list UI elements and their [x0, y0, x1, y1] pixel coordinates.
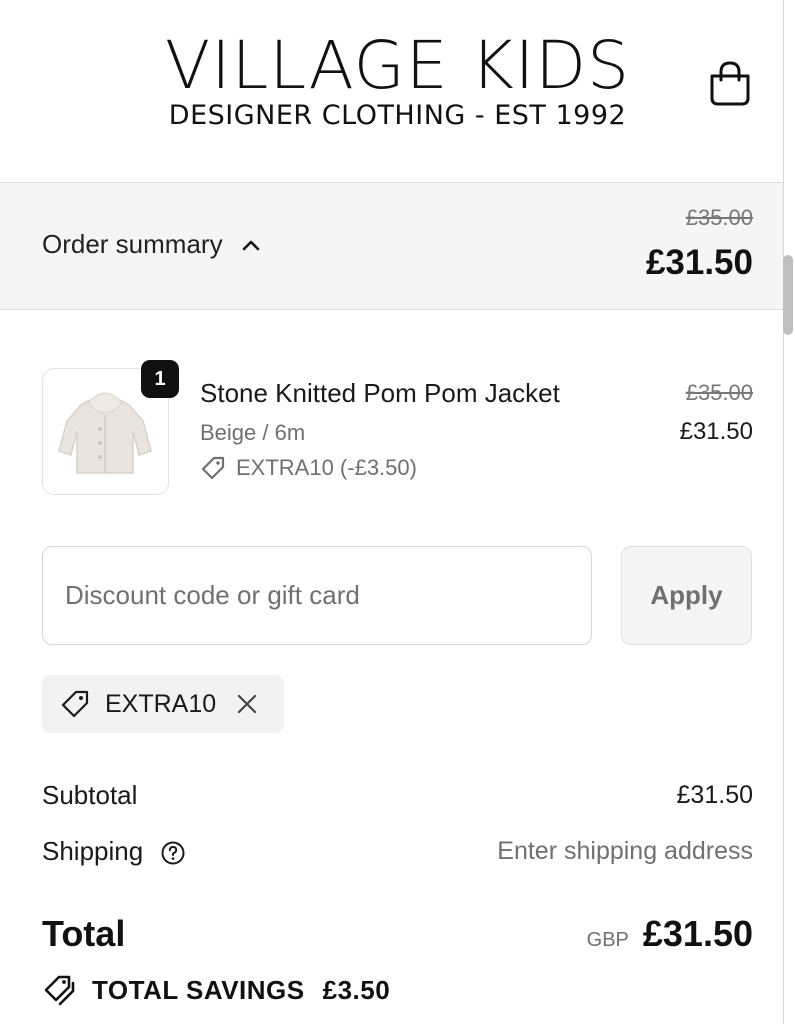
- discount-code-input[interactable]: [42, 546, 592, 645]
- subtotal-label: Subtotal: [42, 780, 138, 810]
- help-icon[interactable]: [160, 840, 186, 866]
- savings-tags-icon: [44, 975, 75, 1006]
- store-header: VILLAGE KIDS DESIGNER CLOTHING - EST 199…: [0, 0, 783, 182]
- order-summary-label: Order summary: [42, 229, 223, 259]
- savings-value: £3.50: [322, 974, 391, 1005]
- shipping-row: Shipping: [42, 836, 186, 867]
- shipping-value: Enter shipping address: [497, 837, 753, 865]
- product-name: Stone Knitted Pom Pom Jacket: [200, 378, 560, 408]
- total-label: Total: [42, 913, 126, 954]
- product-discount: EXTRA10 (-£3.50): [200, 455, 417, 481]
- summary-original-total: £35.00: [685, 205, 753, 230]
- scrollbar-track[interactable]: [783, 0, 784, 1024]
- applied-code-chip: EXTRA10: [42, 675, 284, 733]
- quantity-badge: 1: [141, 360, 179, 398]
- product-original-price: £35.00: [685, 380, 753, 405]
- shipping-label: Shipping: [42, 836, 144, 866]
- total-value: £31.50: [642, 913, 753, 954]
- order-summary-toggle[interactable]: Order summary: [42, 229, 261, 260]
- total-amount-group: GBP £31.50: [587, 913, 753, 955]
- tag-icon: [201, 456, 225, 480]
- summary-total: £31.50: [645, 243, 753, 282]
- brand-logo[interactable]: VILLAGE KIDS: [0, 30, 795, 102]
- remove-code-icon[interactable]: [236, 693, 258, 715]
- savings-label: TOTAL SAVINGS: [92, 974, 305, 1005]
- order-summary-bar[interactable]: Order summary £35.00 £31.50: [0, 182, 783, 310]
- total-savings: TOTAL SAVINGS £3.50: [42, 974, 390, 1006]
- chevron-up-icon: [242, 240, 259, 250]
- brand-tagline: DESIGNER CLOTHING - EST 1992: [168, 100, 627, 131]
- currency-code: GBP: [586, 929, 629, 951]
- product-price: £31.50: [679, 418, 753, 445]
- scrollbar-thumb[interactable]: [783, 255, 793, 335]
- shopping-bag-icon[interactable]: [708, 60, 752, 106]
- subtotal-value: £31.50: [676, 781, 753, 809]
- tag-icon: [61, 690, 89, 718]
- apply-button[interactable]: Apply: [621, 546, 752, 645]
- product-discount-label: EXTRA10 (-£3.50): [236, 455, 417, 480]
- product-variant: Beige / 6m: [200, 420, 306, 445]
- applied-code-label: EXTRA10: [105, 689, 217, 718]
